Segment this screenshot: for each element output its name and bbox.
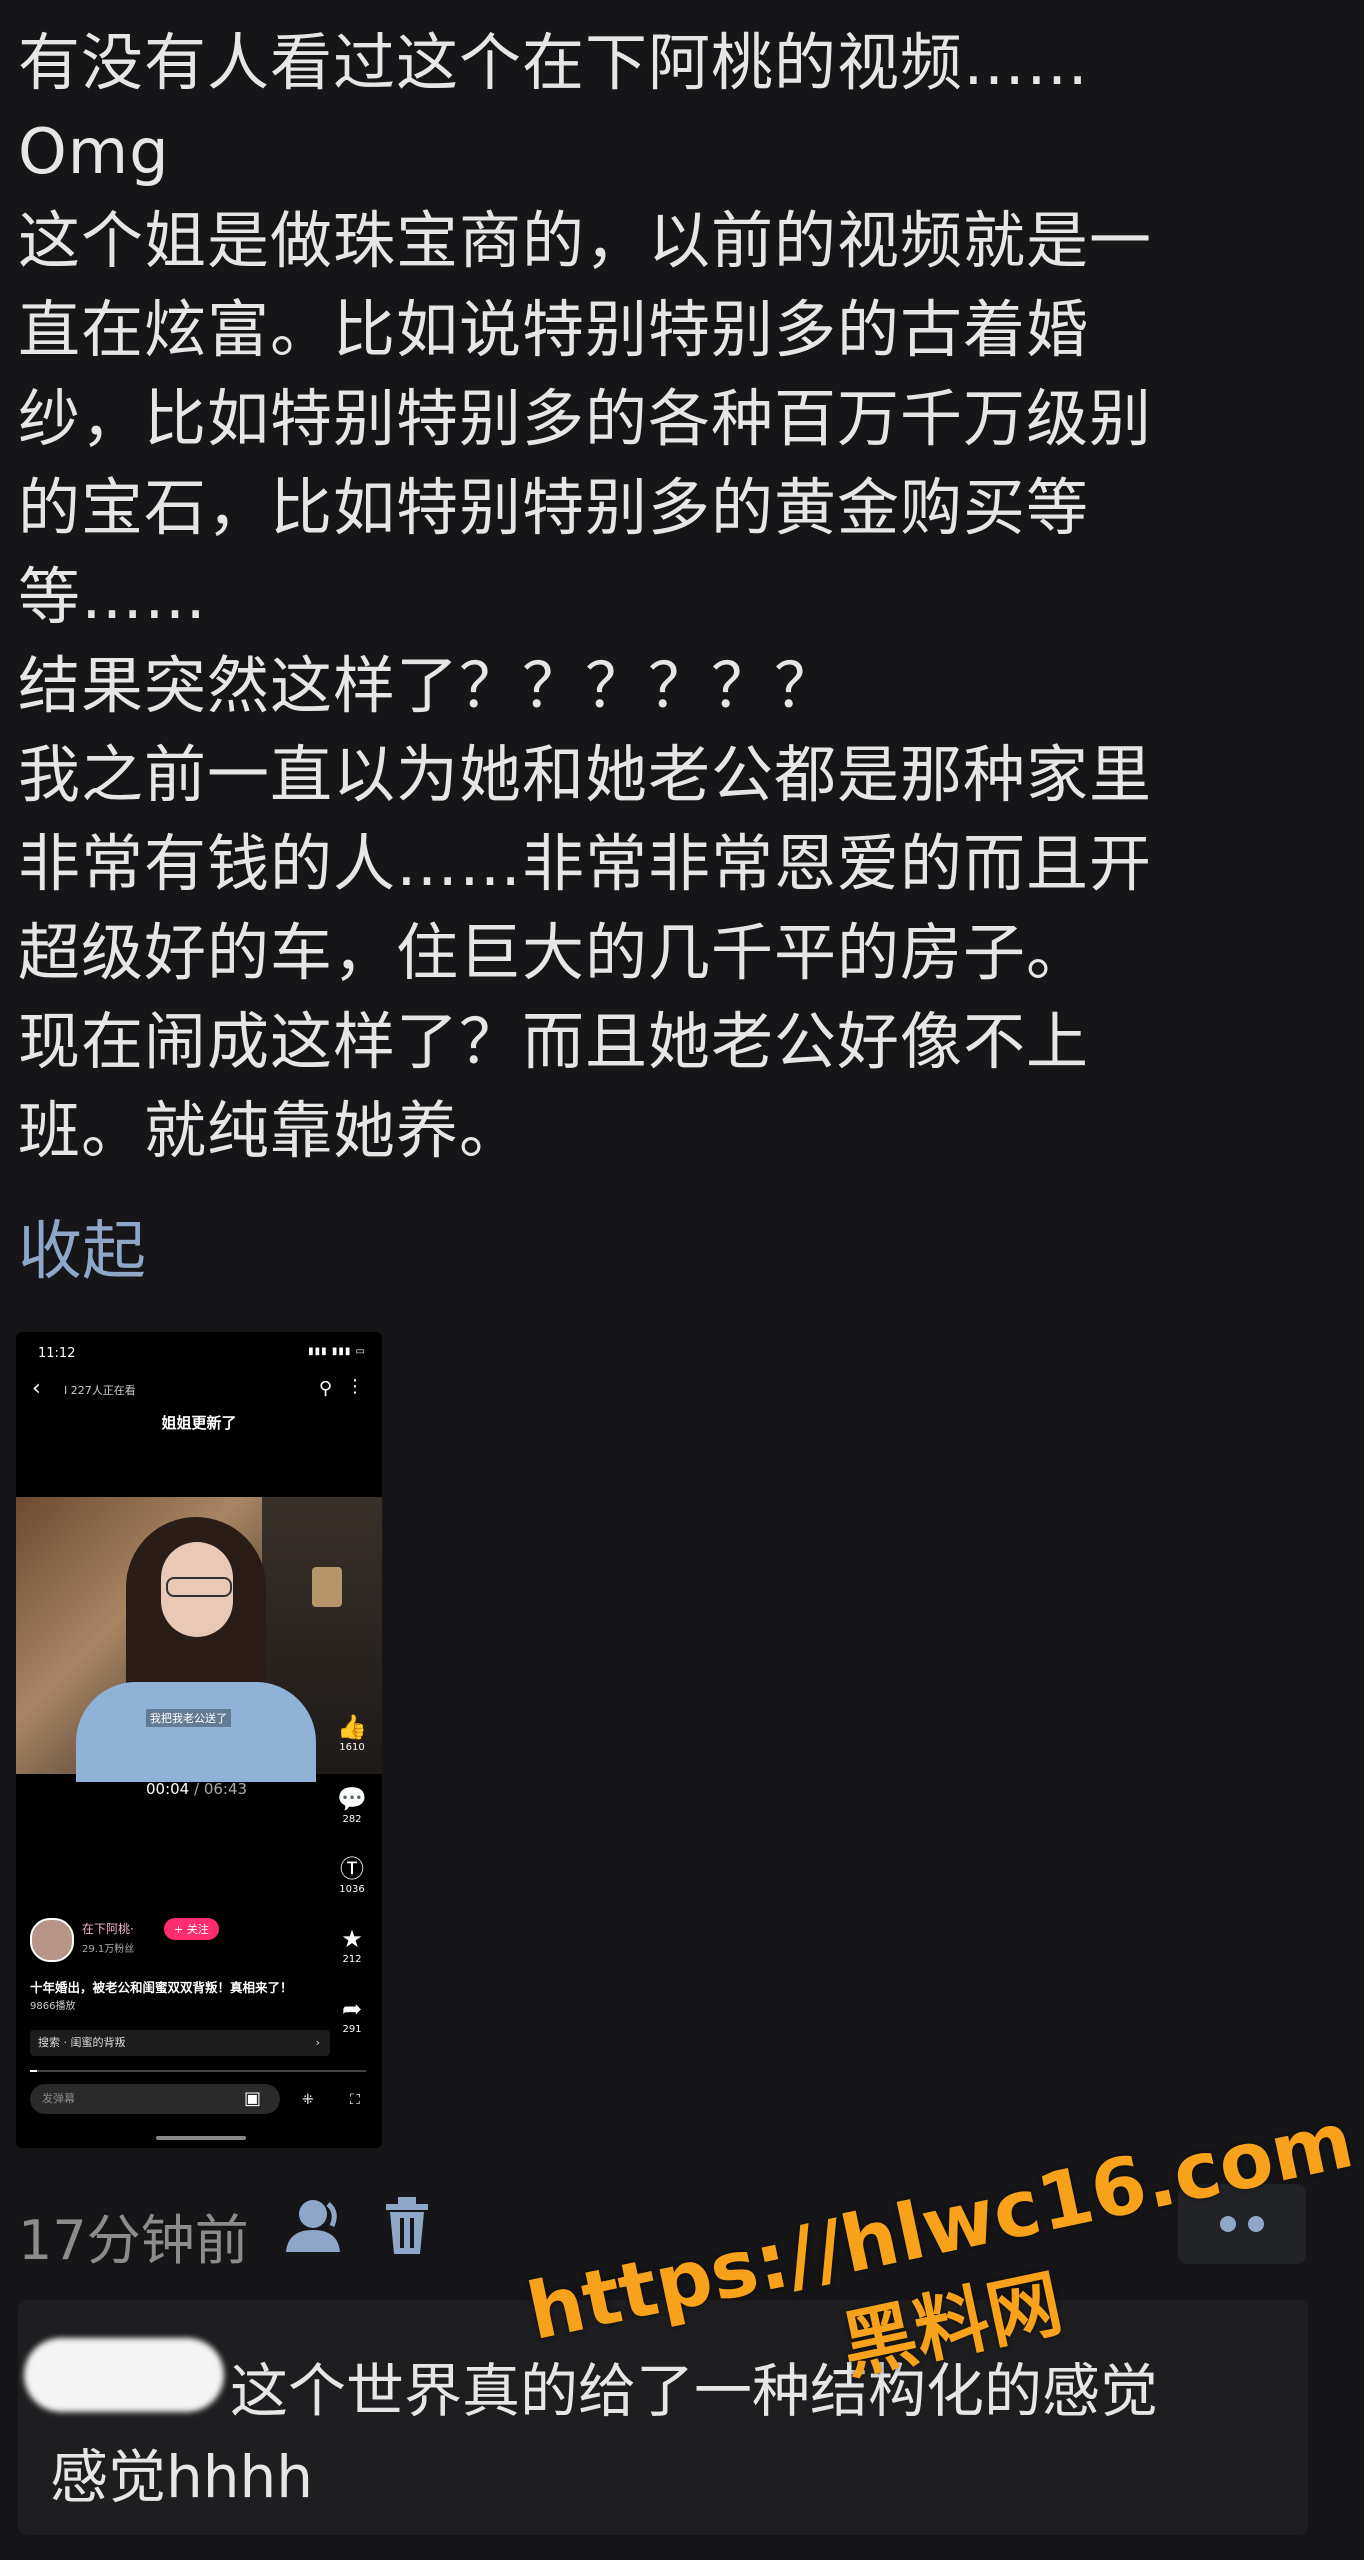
video-person-body xyxy=(76,1682,316,1782)
more-vertical-icon: ⋮ xyxy=(346,1376,364,1397)
redacted-username xyxy=(24,2338,224,2412)
related-search-text: 搜索 · 闺蜜的背叛 xyxy=(38,2036,126,2049)
post-line: 班。就纯靠她养。 xyxy=(18,1094,523,1167)
video-title: 姐姐更新了 xyxy=(161,1414,237,1432)
star-icon: ★ xyxy=(341,1925,363,1953)
video-frame: 我把我老公送了 xyxy=(16,1497,382,1782)
search-icon: ⚲ xyxy=(318,1378,332,1399)
progress-fill xyxy=(30,2070,37,2072)
post-line: 非常有钱的人……非常非常恩爱的而且开 xyxy=(18,827,1153,900)
viewer-count: Ⅰ 227人正在看 xyxy=(64,1384,136,1397)
collapse-link[interactable]: 收起 xyxy=(18,1200,146,1292)
comment-count: 282 xyxy=(342,1814,362,1825)
settings-icon: ⁜ xyxy=(302,2092,314,2108)
share-arrow-icon: ➦ xyxy=(341,1995,363,2023)
author-name: 在下阿桃· xyxy=(82,1922,134,1936)
fullscreen-icon: ⛶ xyxy=(350,2092,360,2108)
danmaku-input: 发弹幕 xyxy=(30,2084,280,2114)
author-avatar xyxy=(30,1918,74,1962)
like-count: 1610 xyxy=(339,1742,365,1753)
favorite-count: 212 xyxy=(342,1954,362,1965)
post-line: 纱，比如特别特别多的各种百万千万级别 xyxy=(18,382,1153,455)
video-lamp xyxy=(312,1567,342,1607)
post-line: 有没有人看过这个在下阿桃的视频…… xyxy=(18,26,1090,99)
video-person-glasses xyxy=(166,1577,232,1597)
post-line: 直在炫富。比如说特别特别多的古着婚 xyxy=(18,293,1090,366)
embedded-video-screenshot[interactable]: 11:12 ▮▮▮ ▮▮▮ ▭ ‹ Ⅰ 227人正在看 ⚲ ⋮ 姐姐更新了 我把… xyxy=(16,1332,382,2148)
chevron-right-icon: › xyxy=(315,2036,320,2049)
share-count: 291 xyxy=(342,2024,362,2035)
favorite-control: ★ 212 xyxy=(334,1924,370,1965)
back-arrow-icon: ‹ xyxy=(32,1376,41,1401)
post-line: Omg xyxy=(18,115,170,188)
progress-bar xyxy=(30,2070,366,2072)
comment-control: 💬 282 xyxy=(334,1784,370,1825)
post-body: 有没有人看过这个在下阿桃的视频…… Omg 这个姐是做珠宝商的，以前的视频就是一… xyxy=(18,18,1338,1175)
post-line: 这个姐是做珠宝商的，以前的视频就是一 xyxy=(18,204,1153,277)
follow-button: + 关注 xyxy=(164,1918,219,1940)
time-total: 06:43 xyxy=(203,1780,248,1798)
coin-icon: Ⓣ xyxy=(340,1855,364,1883)
status-time: 11:12 xyxy=(38,1346,76,1361)
time-current: 00:04 xyxy=(146,1780,190,1798)
danmaku-toggle-icon: ▣ xyxy=(244,2088,262,2109)
post-timestamp: 17分钟前 xyxy=(18,2209,249,2272)
home-indicator xyxy=(156,2136,246,2140)
share-control: ➦ 291 xyxy=(334,1994,370,2035)
person-icon[interactable] xyxy=(280,2194,350,2264)
related-search-bar: 搜索 · 闺蜜的背叛 › xyxy=(30,2030,330,2056)
coin-count: 1036 xyxy=(339,1884,365,1895)
fan-count: 29.1万粉丝 xyxy=(82,1944,135,1955)
video-caption: 我把我老公送了 xyxy=(146,1709,231,1727)
trash-icon[interactable] xyxy=(380,2194,434,2262)
like-control: 👍 1610 xyxy=(334,1712,370,1753)
post-line: 的宝石，比如特别特别多的黄金购买等 xyxy=(18,471,1090,544)
reply-text-line2: 感觉hhhh xyxy=(50,2443,314,2511)
post-line: 我之前一直以为她和她老公都是那种家里 xyxy=(18,738,1153,811)
status-icons: ▮▮▮ ▮▮▮ ▭ xyxy=(308,1346,366,1357)
post-line: 等…… xyxy=(18,560,208,633)
post-line: 超级好的车，住巨大的几千平的房子。 xyxy=(18,916,1090,989)
play-count: 9866播放 xyxy=(30,2001,76,2012)
coin-control: Ⓣ 1036 xyxy=(334,1854,370,1895)
video-description: 十年婚出，被老公和闺蜜双双背叛！真相来了！ xyxy=(30,1980,293,1995)
comment-bubble-icon: 💬 xyxy=(337,1785,367,1813)
playback-time: 00:04 / 06:43 xyxy=(146,1780,248,1798)
post-line: 现在闹成这样了？而且她老公好像不上 xyxy=(18,1005,1090,1078)
thumbs-up-icon: 👍 xyxy=(337,1713,367,1741)
post-line: 结果突然这样了？？？？？？ xyxy=(18,649,838,722)
